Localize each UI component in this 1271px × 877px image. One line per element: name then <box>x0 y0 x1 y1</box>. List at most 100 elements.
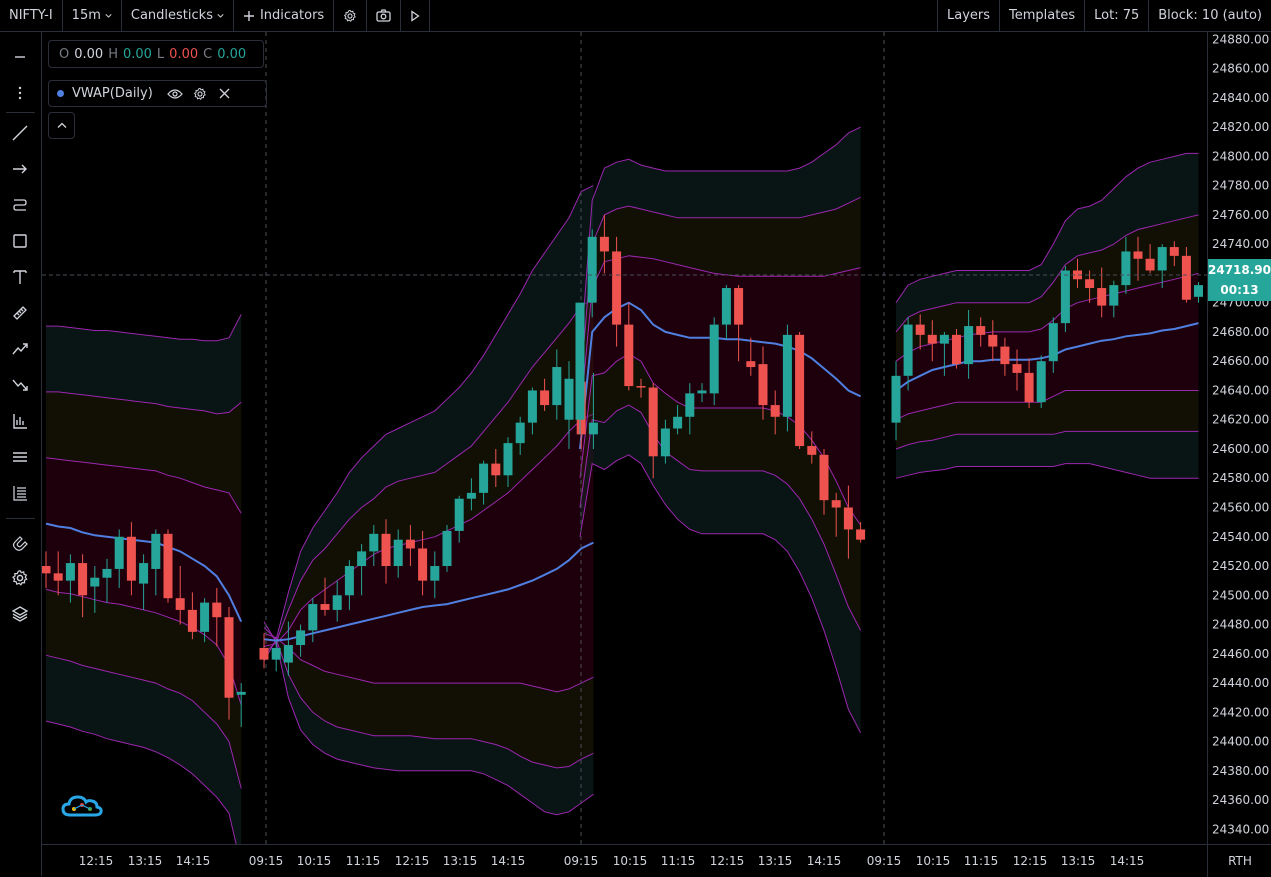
bar-chart-icon[interactable] <box>11 412 29 430</box>
time-tick-label: 14:15 <box>807 854 842 868</box>
more-vertical-icon[interactable] <box>11 84 29 102</box>
session-mode-button[interactable]: RTH <box>1207 844 1271 877</box>
rectangle-icon[interactable] <box>11 232 29 250</box>
price-tick-label: 24520.00 <box>1212 559 1269 573</box>
trend-down-icon[interactable] <box>11 376 29 394</box>
sidebar-divider <box>6 112 35 113</box>
candle-body <box>491 463 501 476</box>
candle-body <box>988 334 998 347</box>
close-icon[interactable] <box>219 88 230 99</box>
indicator-legend-vwap[interactable]: VWAP(Daily) <box>48 80 267 107</box>
gear-icon[interactable] <box>11 569 29 587</box>
screenshot-button[interactable] <box>367 0 402 31</box>
candle-body <box>224 617 234 698</box>
price-tick-label: 24480.00 <box>1212 618 1269 632</box>
collapse-legend-button[interactable] <box>48 112 75 139</box>
candle-body <box>308 604 318 631</box>
text-icon[interactable] <box>11 268 29 286</box>
interval-label: 15m <box>71 8 101 23</box>
candle-body <box>381 533 391 567</box>
candle-body <box>746 361 756 368</box>
time-tick-label: 11:15 <box>346 854 381 868</box>
interval-selector[interactable]: 15m <box>63 0 122 31</box>
trend-line-icon[interactable] <box>11 124 29 142</box>
eye-icon[interactable] <box>167 88 183 100</box>
candle-body <box>175 598 185 610</box>
ruler-icon[interactable] <box>11 304 29 322</box>
price-tick-label: 24620.00 <box>1212 413 1269 427</box>
indicators-button[interactable]: Indicators <box>234 0 335 31</box>
price-tick-label: 24380.00 <box>1212 764 1269 778</box>
candle-body <box>466 492 476 499</box>
time-tick-label: 10:15 <box>297 854 332 868</box>
price-tick-label: 24840.00 <box>1212 91 1269 105</box>
layers-icon[interactable] <box>11 605 29 623</box>
time-tick-label: 11:15 <box>964 854 999 868</box>
drawing-toolbar <box>0 32 42 876</box>
price-tick-label: 24760.00 <box>1212 208 1269 222</box>
replay-button[interactable] <box>401 0 431 31</box>
candle-body <box>187 609 197 632</box>
candle-body <box>126 536 136 581</box>
candle-body <box>114 536 124 569</box>
list-icon[interactable] <box>11 484 29 502</box>
candle-body <box>1109 285 1119 306</box>
chart-style-selector[interactable]: Candlesticks <box>122 0 234 31</box>
price-tick-label: 24780.00 <box>1212 179 1269 193</box>
candle-body <box>1121 251 1131 286</box>
chart-plot-area[interactable] <box>42 32 1207 844</box>
candle-body <box>782 334 792 417</box>
candle-body <box>454 498 464 531</box>
settings-button[interactable] <box>334 0 368 31</box>
candle-body <box>927 334 937 344</box>
lot-size-button[interactable]: Lot: 75 <box>1084 0 1148 31</box>
time-tick-label: 14:15 <box>176 854 211 868</box>
templates-button[interactable]: Templates <box>999 0 1084 31</box>
block-size-button[interactable]: Block: 10 (auto) <box>1148 0 1271 31</box>
trend-up-icon[interactable] <box>11 340 29 358</box>
price-tick-label: 24680.00 <box>1212 325 1269 339</box>
price-axis[interactable]: 24880.00 24860.00 24840.00 24820.00 24800.00… <box>1207 32 1271 844</box>
close-label: C <box>203 46 213 62</box>
candle-body <box>430 566 440 581</box>
candle-body <box>734 288 744 325</box>
candle-body <box>1145 258 1155 271</box>
candle-body <box>952 334 961 365</box>
layers-button[interactable]: Layers <box>937 0 999 31</box>
candle <box>1036 355 1046 409</box>
sidebar-divider <box>6 518 35 519</box>
candle-body <box>1097 288 1107 306</box>
candle-body <box>503 443 513 476</box>
symbol-selector[interactable]: NIFTY-I <box>0 0 63 31</box>
candle-body <box>102 568 112 578</box>
candle-body <box>90 577 100 587</box>
candle-body <box>697 390 707 394</box>
last-price-value: 24718.90 <box>1208 263 1271 277</box>
time-tick-label: 10:15 <box>613 854 648 868</box>
candle-body <box>575 302 585 420</box>
candle <box>709 317 719 406</box>
time-tick-label: 12:15 <box>395 854 430 868</box>
magnet-icon[interactable] <box>11 533 29 551</box>
minus-icon[interactable] <box>11 48 29 66</box>
candle-body <box>673 416 683 429</box>
candle-body <box>344 566 354 596</box>
time-axis[interactable]: 12:15 13:15 14:15 09:15 10:15 11:15 12:15 13:15… <box>42 844 1207 877</box>
candle-body <box>964 326 974 365</box>
lines-icon[interactable] <box>11 448 29 466</box>
price-tick-label: 24560.00 <box>1212 500 1269 514</box>
path-icon[interactable] <box>11 196 29 214</box>
close-value: 0.00 <box>217 46 247 62</box>
candle-body <box>721 288 731 325</box>
candle-body <box>271 647 281 660</box>
candle-body <box>442 530 452 567</box>
candle-body <box>843 507 853 530</box>
price-tick-label: 24420.00 <box>1212 705 1269 719</box>
bar-countdown: 00:13 <box>1220 283 1259 297</box>
indicators-label: Indicators <box>259 8 325 23</box>
camera-icon <box>376 9 391 22</box>
gear-icon[interactable] <box>193 87 207 101</box>
arrow-right-icon[interactable] <box>11 160 29 178</box>
high-label: H <box>108 46 118 62</box>
brand-logo <box>61 795 103 817</box>
